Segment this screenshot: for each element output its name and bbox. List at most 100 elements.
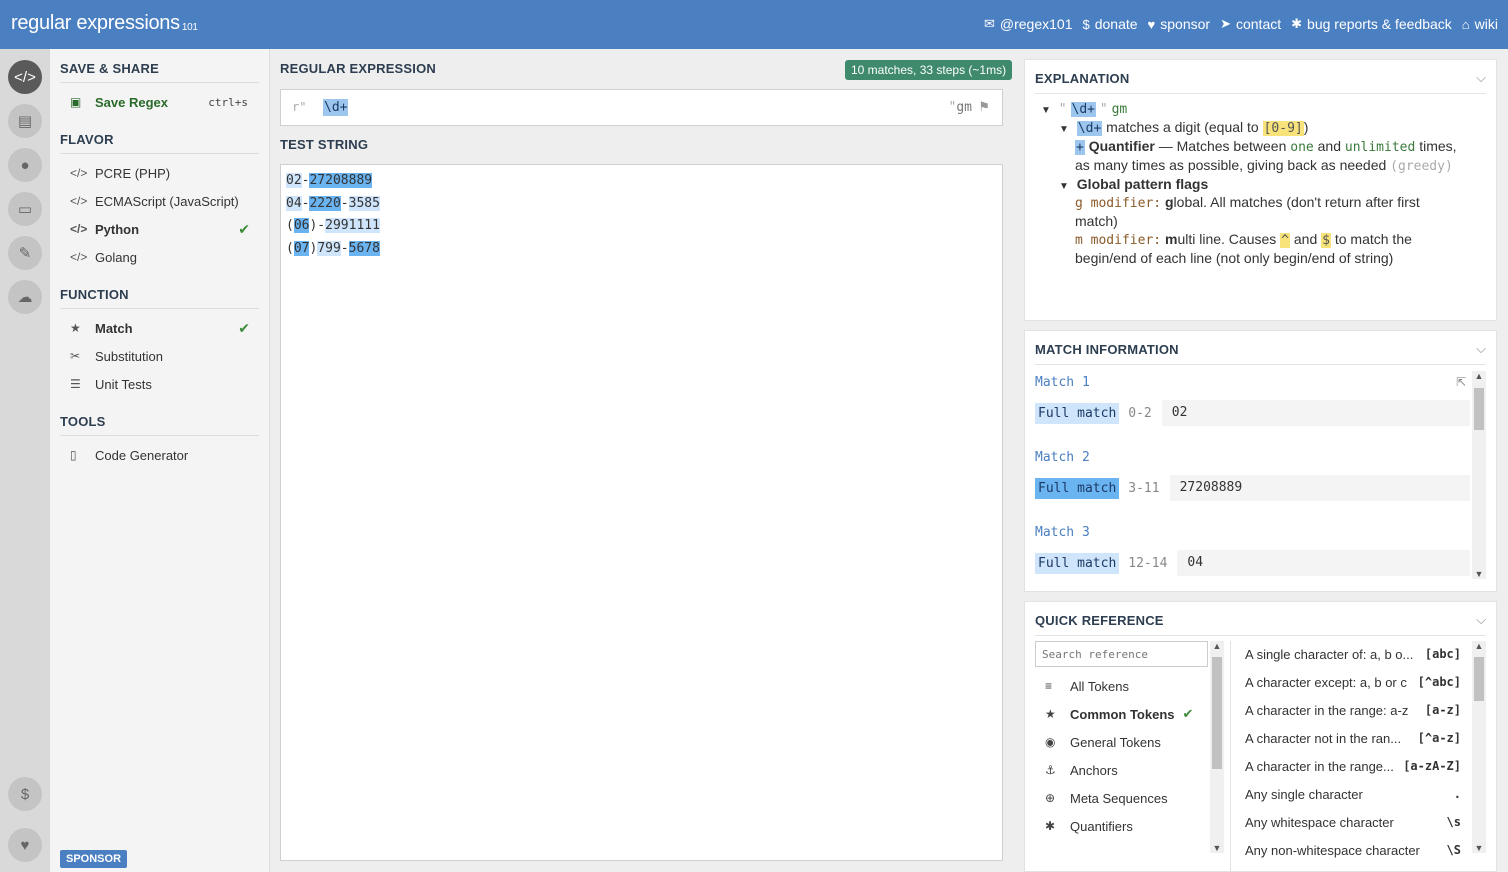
regex-input[interactable]: r" \d+ "gm ⚑	[280, 89, 1003, 126]
collapse-triangle-icon[interactable]: ▼	[1041, 105, 1051, 116]
explanation-quantifier: + Quantifier — Matches between one and u…	[1075, 138, 1457, 155]
match-summary-badge: 10 matches, 33 steps (~1ms)	[845, 60, 1013, 80]
header-link[interactable]: ✱ bug reports & feedback	[1291, 16, 1452, 32]
reference-token: \S	[1446, 843, 1461, 857]
scroll-down-icon[interactable]: ▼	[1472, 569, 1486, 579]
scroll-up-icon[interactable]: ▲	[1210, 641, 1224, 651]
chevron-down-icon[interactable]: ⌵	[1476, 70, 1486, 86]
scissors-icon: ✂	[70, 349, 81, 363]
categories-scrollbar[interactable]: ▲ ▼	[1210, 641, 1224, 853]
header-link-label: contact	[1235, 16, 1282, 32]
divider	[1035, 93, 1486, 94]
chat-icon[interactable]: ☁	[8, 280, 42, 314]
reference-row[interactable]: A character in the range: a-z [a-z]	[1245, 699, 1461, 721]
scroll-down-icon[interactable]: ▼	[1472, 843, 1486, 853]
quantifier-max: unlimited	[1344, 140, 1416, 155]
reference-scrollbar[interactable]: ▲ ▼	[1472, 641, 1486, 853]
sponsor-heart-icon[interactable]: ♥	[8, 828, 42, 862]
header-link[interactable]: ➤ contact	[1220, 16, 1281, 32]
library-icon[interactable]: ▤	[8, 104, 42, 138]
flavor-ecmascript[interactable]: </> ECMAScript (JavaScript)	[70, 190, 250, 212]
text-segment: -	[340, 195, 349, 211]
test-string-input[interactable]: 02-27208889 04-2220-3585 (06)-2991111 (07)7…	[280, 164, 1003, 861]
reference-category[interactable]: ⊕ Meta Sequences	[1045, 787, 1205, 809]
sidebar: SAVE & SHARE ▣ Save Regex ctrl+s FLAVOR …	[50, 49, 270, 872]
match-label: Match 1	[1035, 375, 1090, 390]
root-pattern: \d+	[1070, 102, 1096, 117]
scroll-thumb[interactable]	[1474, 657, 1484, 701]
reference-category[interactable]: ★ Common Tokens ✔	[1045, 703, 1205, 725]
m-text2: begin/end of each line (not only begin/e…	[1075, 250, 1394, 266]
flavor-label: PCRE (PHP)	[95, 165, 171, 181]
sponsor-badge[interactable]: SPONSOR	[60, 850, 128, 868]
reference-row[interactable]: Any non-whitespace character \S	[1245, 839, 1461, 861]
quantifier-text: — Matches between	[1158, 138, 1287, 154]
flag-icon[interactable]: ⚑	[978, 99, 990, 115]
function-match[interactable]: ★ Match ✔	[70, 317, 250, 339]
code-icon: </>	[70, 222, 88, 236]
g-text2: match)	[1075, 213, 1118, 229]
reference-search-input[interactable]	[1035, 641, 1208, 667]
divider	[1035, 364, 1486, 365]
reference-category[interactable]: ⚓ Anchors	[1045, 759, 1205, 781]
regex-flags[interactable]: "gm	[949, 100, 972, 115]
chevron-down-icon[interactable]: ⌵	[1476, 612, 1486, 628]
target-icon: ◉	[1045, 735, 1056, 749]
reference-row[interactable]: A character not in the ran... [^a-z]	[1245, 727, 1461, 749]
regex-pattern[interactable]: \d+	[323, 99, 349, 116]
account-icon[interactable]: ●	[8, 148, 42, 182]
reference-row[interactable]: A single character of: a, b o... [abc]	[1245, 643, 1461, 665]
function-substitution[interactable]: ✂ Substitution	[70, 345, 250, 367]
tool-code-generator[interactable]: ▯ Code Generator	[70, 444, 250, 466]
match-row[interactable]: Full match 3-11 27208889	[1035, 475, 1470, 501]
divider	[1230, 641, 1231, 871]
regex-editor-icon[interactable]: </>	[8, 60, 42, 94]
function-unit-tests[interactable]: ☰ Unit Tests	[70, 373, 250, 395]
list-icon: ☰	[70, 377, 81, 391]
reference-category[interactable]: ✱ Quantifiers	[1045, 815, 1205, 837]
match-highlight: 3585	[348, 195, 380, 211]
flavor-golang[interactable]: </> Golang	[70, 246, 250, 268]
m-text: ulti line. Causes	[1177, 231, 1277, 247]
test-string-line: (07)799-5678	[286, 239, 380, 259]
scroll-thumb[interactable]	[1474, 388, 1484, 430]
icon-rail: </> ▤ ● ▭ ✎ ☁ $ ♥	[0, 49, 50, 872]
header-link[interactable]: ⌂ wiki	[1462, 16, 1498, 32]
flavor-pcre[interactable]: </> PCRE (PHP)	[70, 162, 250, 184]
header-link[interactable]: $ donate	[1082, 16, 1137, 32]
export-icon[interactable]: ⇱	[1456, 375, 1466, 389]
explanation-g-flag: g modifier: global. All matches (don't r…	[1075, 194, 1420, 211]
chevron-down-icon[interactable]: ⌵	[1476, 341, 1486, 357]
regex-flags-text: gm	[956, 100, 972, 115]
scroll-down-icon[interactable]: ▼	[1210, 843, 1224, 853]
match-scrollbar[interactable]: ▲ ▼	[1472, 371, 1486, 579]
match-row[interactable]: Full match 12-14 04	[1035, 550, 1470, 576]
reference-row[interactable]: Any single character.	[1245, 783, 1461, 805]
reference-category-label: Anchors	[1070, 762, 1118, 778]
reference-category[interactable]: ◉ General Tokens	[1045, 731, 1205, 753]
reference-row[interactable]: A character except: a, b or c [^abc]	[1245, 671, 1461, 693]
logo[interactable]: regular expressions 101	[11, 12, 198, 35]
scroll-up-icon[interactable]: ▲	[1472, 641, 1486, 651]
header-link[interactable]: ♥ sponsor	[1148, 16, 1211, 32]
save-regex-button[interactable]: ▣ Save Regex ctrl+s	[70, 91, 250, 113]
settings-wrench-icon[interactable]: ✎	[8, 236, 42, 270]
quiz-gamepad-icon[interactable]: ▭	[8, 192, 42, 226]
collapse-triangle-icon[interactable]: ▼	[1059, 181, 1069, 192]
scroll-thumb[interactable]	[1212, 657, 1222, 769]
explanation-quantifier-line2: as many times as possible, giving back a…	[1075, 157, 1453, 174]
scroll-up-icon[interactable]: ▲	[1472, 371, 1486, 381]
bank-icon: ⌂	[1461, 16, 1470, 32]
header-link-label: bug reports & feedback	[1307, 16, 1452, 32]
checkmark-icon: ✔	[1182, 706, 1194, 721]
flavor-label: ECMAScript (JavaScript)	[95, 193, 239, 209]
reference-row[interactable]: A character in the range... [a-zA-Z]	[1245, 755, 1461, 777]
paper-plane-icon: ➤	[1220, 16, 1231, 31]
flavor-python[interactable]: </> Python ✔	[70, 218, 250, 240]
reference-row[interactable]: Any whitespace character \s	[1245, 811, 1461, 833]
match-row[interactable]: Full match 0-2 02	[1035, 400, 1470, 426]
donate-dollar-icon[interactable]: $	[8, 777, 42, 811]
header-link[interactable]: ✉ @regex101	[984, 16, 1073, 32]
reference-category[interactable]: ≡ All Tokens	[1045, 675, 1205, 697]
collapse-triangle-icon[interactable]: ▼	[1059, 124, 1069, 135]
